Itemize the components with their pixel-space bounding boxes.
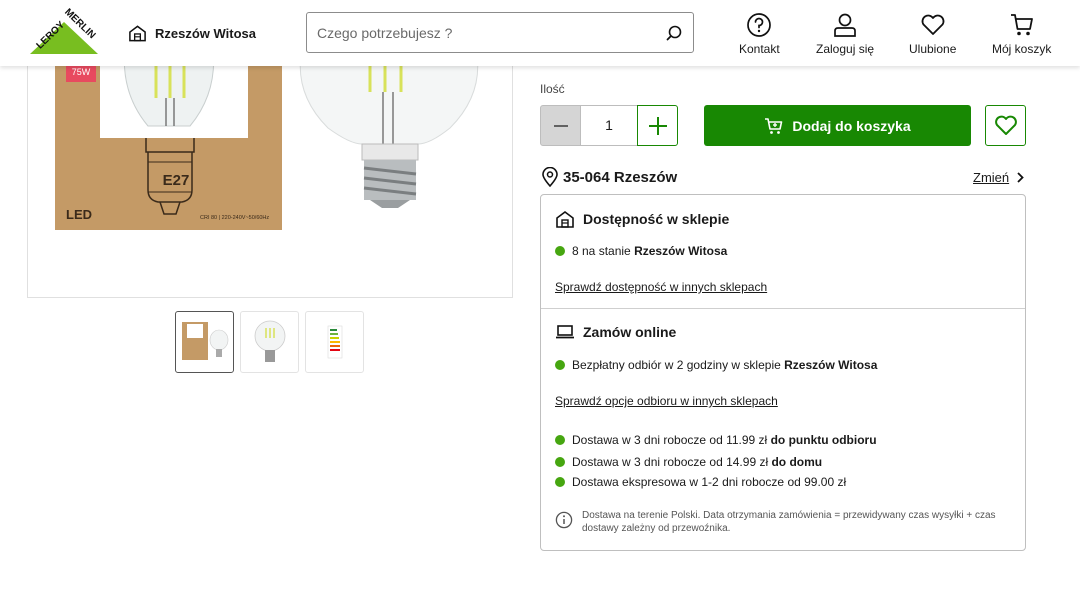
cart-icon [1010, 14, 1033, 36]
store-availability-heading: Dostępność w sklepie [555, 210, 729, 228]
pickup-store: Rzeszów Witosa [784, 358, 878, 372]
location-pin-icon [542, 167, 558, 187]
leroy-merlin-logo[interactable]: LEROY MERLIN [26, 8, 102, 56]
heart-icon [994, 115, 1017, 135]
order-online-heading: Zamów online [555, 324, 676, 340]
status-dot [555, 435, 565, 445]
spec-label: CRI 80 | 220-240V~50/60Hz [200, 215, 269, 221]
delivery-text: Dostawa ekspresowa w 1-2 dni robocze od … [572, 475, 847, 489]
thumbnail-image [181, 322, 228, 360]
delivery-option-home: Dostawa w 3 dni robocze od 14.99 zł do d… [555, 455, 822, 469]
nav-login[interactable]: Zaloguj się [816, 12, 874, 56]
led-label: LED [66, 207, 92, 222]
pickup-prefix: Bezpłatny odbiór w 2 godziny w sklepie [572, 358, 781, 372]
status-dot [555, 457, 565, 467]
delivery-price: Dostawa w 3 dni robocze od 14.99 zł [572, 455, 769, 469]
thumbnail-2[interactable] [240, 311, 299, 373]
heart-icon [921, 14, 945, 35]
store-icon [556, 211, 574, 228]
status-dot [555, 477, 565, 487]
search-icon[interactable] [665, 24, 683, 42]
store-name: Rzeszów Witosa [155, 25, 257, 41]
thumbnail-3[interactable] [305, 311, 364, 373]
delivery-text: Dostawa w 3 dni robocze od 14.99 zł do d… [572, 455, 822, 469]
product-photo: 75W E27 LED CRI 80 | 220-240V~50/60Hz [55, 40, 479, 230]
socket-label: E27 [163, 172, 190, 189]
add-to-cart-button[interactable]: Dodaj do koszyka [704, 105, 971, 146]
quantity-label: Ilość [540, 82, 565, 96]
energy-label-thumbnail [327, 325, 342, 359]
power-badge-text: 75W [72, 67, 91, 77]
product-main-image[interactable]: 75W E27 LED CRI 80 | 220-240V~50/60Hz [27, 40, 513, 298]
status-dot [555, 360, 565, 370]
nav-label: Zaloguj się [816, 42, 875, 56]
change-location-label: Zmień [973, 170, 1010, 185]
store-availability-title: Dostępność w sklepie [583, 211, 730, 227]
pickup-text: Bezpłatny odbiór w 2 godziny w sklepie R… [572, 358, 877, 372]
cart-add-icon [765, 117, 783, 134]
order-online-title: Zamów online [583, 324, 677, 340]
stock-store: Rzeszów Witosa [634, 244, 728, 258]
nav-label: Kontakt [739, 42, 780, 56]
delivery-text: Dostawa w 3 dni robocze od 11.99 zł do p… [572, 433, 877, 447]
delivery-option-pickup-point: Dostawa w 3 dni robocze od 11.99 zł do p… [555, 433, 877, 447]
delivery-info-text: Dostawa na terenie Polski. Data otrzyman… [582, 510, 996, 534]
nav-label: Mój koszyk [992, 42, 1052, 56]
info-icon [555, 511, 573, 529]
check-pickup-options-link[interactable]: Sprawdź opcje odbioru w innych sklepach [555, 394, 778, 408]
user-icon [834, 13, 856, 37]
delivery-location: 35-064 Rzeszów [541, 167, 677, 187]
delivery-info-note: Dostawa na terenie Polski. Data otrzyman… [555, 509, 1005, 535]
thumbnail-strip [175, 311, 364, 373]
quantity-decrease-button[interactable] [540, 105, 581, 146]
store-selector[interactable]: Rzeszów Witosa [128, 24, 256, 42]
minus-icon [553, 124, 568, 127]
thumbnail-image [254, 320, 285, 362]
quantity-increase-button[interactable] [637, 105, 678, 146]
search-bar[interactable] [306, 12, 694, 53]
nav-cart[interactable]: Mój koszyk [992, 12, 1051, 56]
pickup-option: Bezpłatny odbiór w 2 godziny w sklepie R… [555, 358, 877, 372]
help-circle-icon [747, 13, 772, 37]
delivery-option-express: Dostawa ekspresowa w 1-2 dni robocze od … [555, 475, 846, 489]
stock-text: 8 na stanie Rzeszów Witosa [572, 244, 727, 258]
divider [541, 308, 1025, 309]
store-icon [129, 25, 146, 42]
delivery-destination: do domu [771, 455, 823, 469]
postal-code: 35-064 Rzeszów [563, 168, 678, 186]
check-other-stores-link[interactable]: Sprawdź dostępność w innych sklepach [555, 280, 767, 294]
quantity-stepper: 1 [540, 105, 678, 146]
nav-label: Ulubione [909, 42, 957, 56]
add-to-cart-label: Dodaj do koszyka [792, 117, 911, 134]
delivery-destination: do punktu odbioru [770, 433, 877, 447]
thumbnail-1[interactable] [175, 311, 234, 373]
search-input[interactable] [317, 24, 665, 41]
stock-status: 8 na stanie Rzeszów Witosa [555, 244, 727, 258]
status-dot [555, 246, 565, 256]
nav-favorites[interactable]: Ulubione [909, 12, 956, 56]
quantity-input[interactable]: 1 [581, 105, 637, 146]
stock-count: 8 na stanie [572, 244, 631, 258]
laptop-icon [556, 325, 574, 339]
delivery-price: Dostawa w 3 dni robocze od 11.99 zł [572, 433, 768, 447]
change-location-link[interactable]: Zmień [973, 170, 1024, 185]
add-to-favorites-button[interactable] [985, 105, 1026, 146]
nav-contact[interactable]: Kontakt [739, 12, 780, 56]
chevron-right-icon [1017, 172, 1024, 183]
plus-icon [648, 116, 667, 135]
availability-panel: Dostępność w sklepie 8 na stanie Rzeszów… [540, 194, 1026, 551]
site-header: LEROY MERLIN Rzeszów Witosa Kontakt Zalo… [0, 0, 1080, 66]
